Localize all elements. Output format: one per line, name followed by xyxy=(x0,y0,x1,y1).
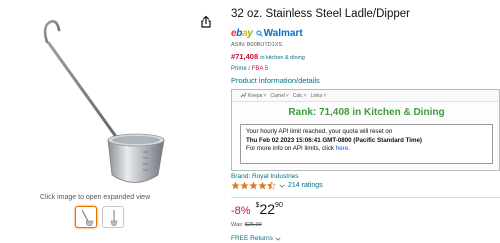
chevron-down-icon: ˅ xyxy=(263,92,267,99)
star-icon xyxy=(249,181,258,190)
share-icon[interactable] xyxy=(199,15,213,29)
keepa-tab-label: Keepa xyxy=(248,92,263,99)
sales-rank-line: #71,408 in kitchen & dining xyxy=(231,52,305,61)
ratings-row: 214 ratings xyxy=(231,181,323,190)
camel-tab-label: Camel xyxy=(270,92,285,99)
api-more-info-line: For more info on API limits, click here. xyxy=(246,145,487,154)
current-price: $ 22 90 xyxy=(256,200,283,218)
api-limit-notice: Your hourly API limit reached, your quot… xyxy=(240,124,493,164)
sales-rank-number: #71,408 xyxy=(231,52,259,61)
separator: / xyxy=(248,66,251,72)
api-notice-line: Your hourly API limit reached, your quot… xyxy=(246,128,393,135)
thumbnail-strip xyxy=(75,206,124,228)
chevron-down-icon: ˅ xyxy=(303,92,307,99)
discount-percent: -8% xyxy=(231,205,251,217)
was-label: Was: xyxy=(231,222,244,228)
walmart-label: Walmart xyxy=(263,28,303,39)
keepa-tab[interactable]: Keepa ˅ xyxy=(240,92,266,99)
thumbnail-image[interactable] xyxy=(75,206,97,228)
calc-tab[interactable]: Calc ˅ xyxy=(293,93,307,99)
search-icon xyxy=(256,30,263,37)
product-title: 32 oz. Stainless Steel Ladle/Dipper xyxy=(231,8,410,20)
api-more-info-suffix: . xyxy=(348,145,350,152)
walmart-link[interactable]: Walmart xyxy=(256,28,303,39)
was-price: $25.00 xyxy=(244,222,262,228)
star-rating[interactable] xyxy=(231,181,276,190)
camel-tab[interactable]: Camel ˅ xyxy=(270,93,288,99)
ebay-letter: y xyxy=(247,28,253,39)
chevron-down-icon: ˅ xyxy=(285,92,289,99)
ebay-link[interactable]: ebay xyxy=(231,28,253,39)
ratings-count-link[interactable]: 214 ratings xyxy=(288,182,323,189)
api-info-link[interactable]: here xyxy=(336,145,348,152)
chevron-down-icon: ˅ xyxy=(323,92,327,99)
keepa-rank-text: Rank: 71,408 in Kitchen & Dining xyxy=(288,107,445,118)
sales-rank-category[interactable]: in kitchen & dining xyxy=(260,55,305,61)
divider xyxy=(231,197,500,198)
api-more-info-text: For more info on API limits, click xyxy=(246,145,336,152)
was-price-line: Was: $25.00 xyxy=(231,222,262,228)
free-returns-label: FREE Returns xyxy=(231,235,273,242)
brand-link[interactable]: Brand: Royal Industries xyxy=(231,173,299,180)
keepa-tab-bar: Keepa ˅ Camel ˅ Calc ˅ Links ˅ xyxy=(232,90,499,102)
keepa-panel: Keepa ˅ Camel ˅ Calc ˅ Links ˅ Rank: 71,… xyxy=(231,89,500,171)
links-tab[interactable]: Links ˅ xyxy=(311,93,327,99)
links-tab-label: Links xyxy=(310,92,323,99)
price-compare-row: ebay Walmart xyxy=(231,28,303,39)
chevron-down-icon[interactable] xyxy=(279,183,285,189)
product-info-link[interactable]: Product information/details xyxy=(231,76,320,85)
chart-icon xyxy=(240,92,247,98)
price-row: -8% $ 22 90 xyxy=(231,200,283,218)
free-returns-link[interactable]: FREE Returns xyxy=(231,235,281,242)
asin-text: ASIN: B00BUTD1XS xyxy=(231,42,283,48)
price-fraction: 90 xyxy=(275,202,283,209)
star-icon xyxy=(258,181,267,190)
calc-tab-label: Calc xyxy=(292,92,303,99)
star-icon xyxy=(240,181,249,190)
prime-fba-line: Prime / FBA 5 xyxy=(231,66,268,72)
chevron-down-icon xyxy=(275,237,281,241)
image-caption: Click image to open expanded view xyxy=(40,194,151,201)
half-star-icon xyxy=(267,181,276,190)
prime-label: Prime xyxy=(231,66,247,72)
star-icon xyxy=(231,181,240,190)
price-whole: 22 xyxy=(259,201,276,217)
fba-label: FBA 5 xyxy=(251,66,269,72)
api-reset-time: Thu Feb 02 2023 15:06:41 GMT-0800 (Pacif… xyxy=(246,136,422,144)
thumbnail-image[interactable] xyxy=(102,206,124,228)
main-product-image[interactable] xyxy=(0,0,215,200)
